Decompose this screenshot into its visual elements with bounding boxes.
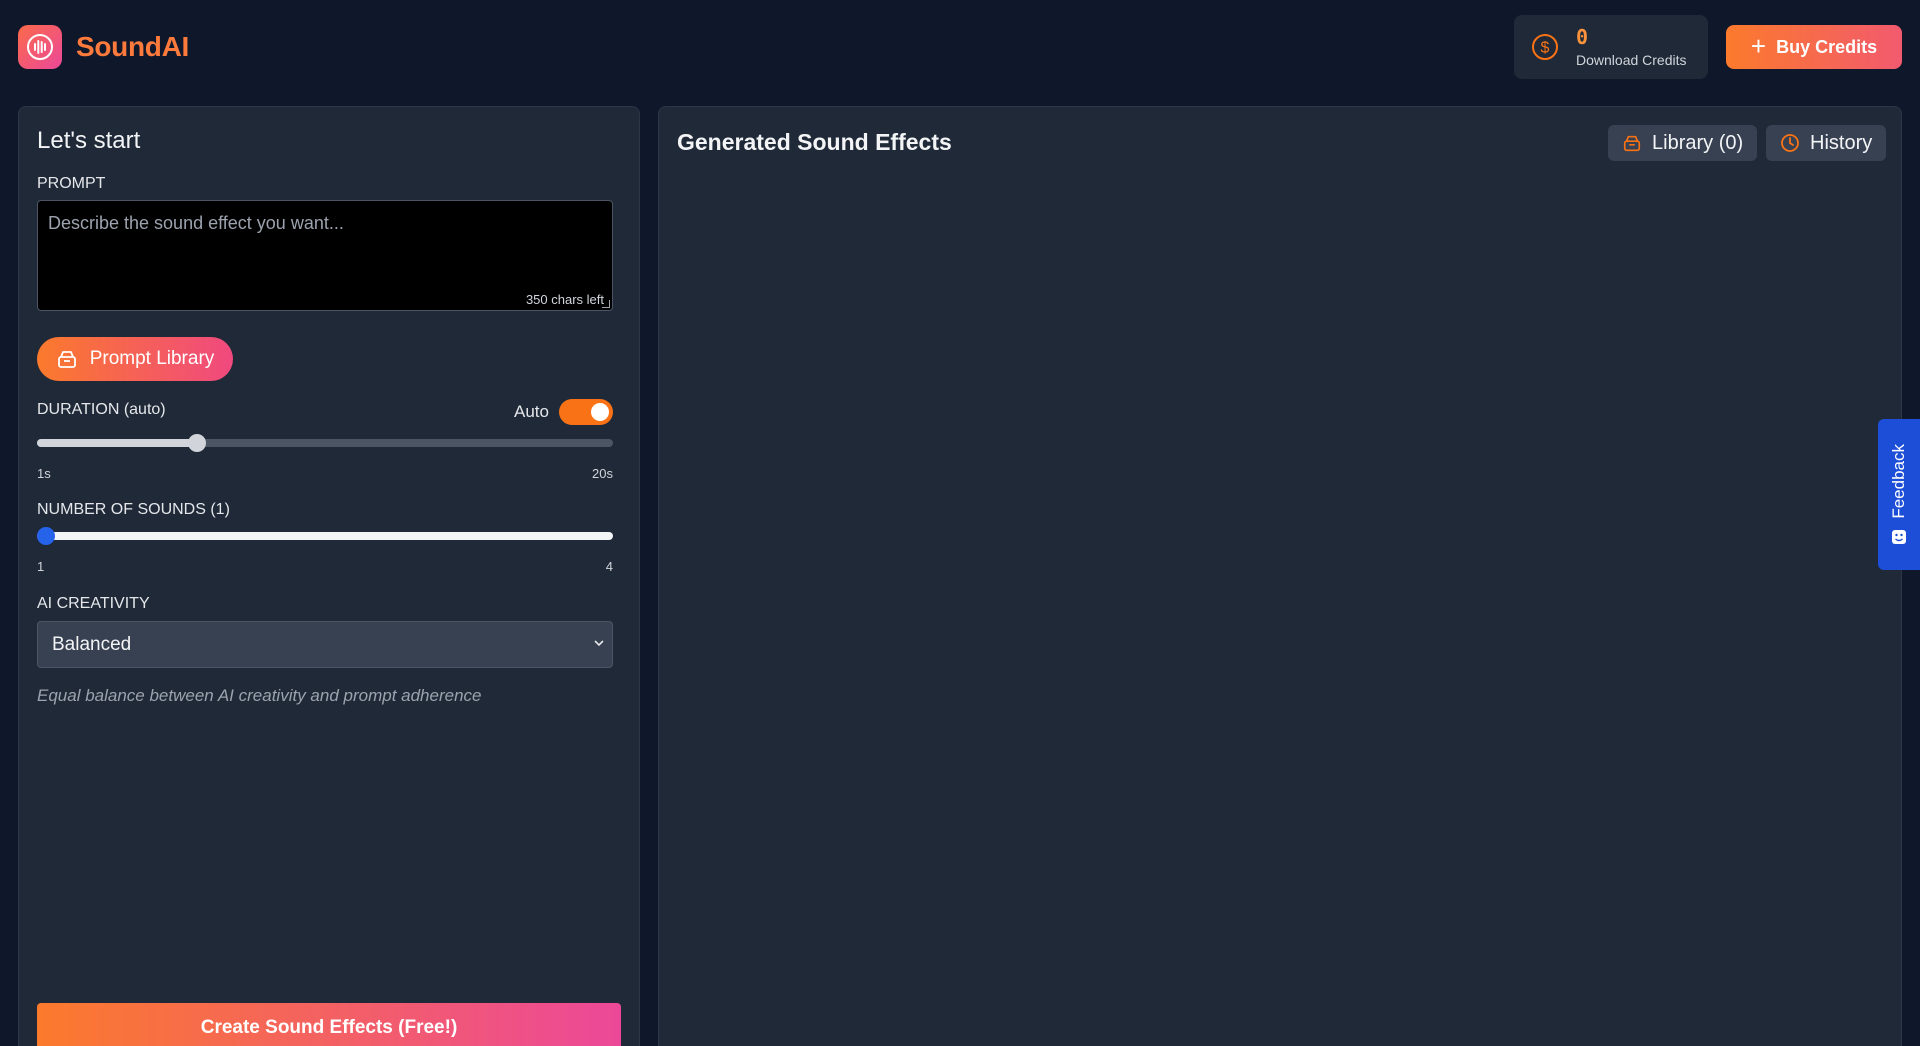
creativity-selected-value: Balanced — [52, 633, 132, 655]
auto-toggle-group: Auto — [514, 399, 613, 425]
create-sound-effects-button[interactable]: Create Sound Effects (Free!) — [37, 1003, 621, 1046]
brand-name: SoundAI — [76, 31, 189, 62]
sounds-slider-thumb[interactable] — [37, 527, 55, 545]
dollar-coin-icon: $ — [1532, 34, 1558, 60]
creativity-label: AI CREATIVITY — [37, 595, 150, 612]
library-button[interactable]: Library (0) — [1608, 125, 1758, 161]
results-panel: Generated Sound Effects Library (0) Hist… — [658, 106, 1902, 1046]
prompt-library-label: Prompt Library — [89, 348, 215, 369]
app-root: SoundAI $ 0 Download Credits + Buy Credi… — [0, 0, 1920, 1046]
duration-max-label: 20s — [592, 466, 613, 481]
history-button[interactable]: History — [1766, 125, 1887, 161]
credits-display: $ 0 Download Credits — [1514, 15, 1708, 79]
smiley-icon — [1892, 529, 1906, 544]
chars-left-counter: 350 chars left — [525, 292, 604, 307]
chevron-down-icon — [594, 640, 604, 647]
library-icon — [57, 351, 76, 368]
buy-credits-button[interactable]: + Buy Credits — [1726, 25, 1902, 69]
sounds-label: NUMBER OF SOUNDS (1) — [37, 501, 230, 518]
prompt-library-button[interactable]: Prompt Library — [37, 337, 233, 381]
library-button-label: Library (0) — [1652, 131, 1744, 154]
resize-handle[interactable] — [602, 300, 610, 308]
prompt-label: PROMPT — [37, 175, 106, 192]
sounds-min-label: 1 — [37, 559, 45, 574]
duration-min-label: 1s — [37, 466, 51, 481]
duration-slider[interactable] — [37, 434, 613, 452]
auto-duration-toggle[interactable] — [559, 399, 613, 425]
feedback-tab[interactable]: Feedback — [1878, 419, 1920, 570]
header: SoundAI $ 0 Download Credits + Buy Credi… — [0, 0, 1920, 94]
toggle-knob — [591, 403, 609, 421]
panel-title: Let's start — [37, 127, 141, 154]
clock-icon — [1781, 134, 1799, 152]
creativity-select[interactable]: Balanced — [37, 621, 613, 668]
sounds-max-label: 4 — [605, 559, 613, 574]
credits-label: Download Credits — [1576, 52, 1687, 68]
duration-label: DURATION (auto) — [37, 401, 166, 418]
svg-text:$: $ — [1541, 40, 1550, 57]
sound-wave-icon — [18, 25, 62, 69]
settings-panel: Let's start PROMPT 350 chars left Prompt… — [18, 106, 640, 1046]
duration-slider-thumb[interactable] — [187, 434, 206, 452]
library-icon — [1623, 135, 1641, 152]
plus-icon: + — [1750, 31, 1767, 61]
feedback-label: Feedback — [1889, 444, 1908, 519]
results-title: Generated Sound Effects — [677, 129, 952, 155]
brand-logo[interactable]: SoundAI — [18, 25, 189, 69]
sounds-slider[interactable] — [37, 527, 613, 545]
prompt-box: 350 chars left — [37, 200, 613, 311]
history-button-label: History — [1810, 131, 1873, 154]
buy-credits-label: Buy Credits — [1776, 36, 1878, 57]
creativity-help-text: Equal balance between AI creativity and … — [37, 686, 482, 705]
duration-slider-fill — [37, 439, 197, 447]
credits-count: 0 — [1576, 25, 1589, 49]
auto-label: Auto — [514, 402, 549, 421]
